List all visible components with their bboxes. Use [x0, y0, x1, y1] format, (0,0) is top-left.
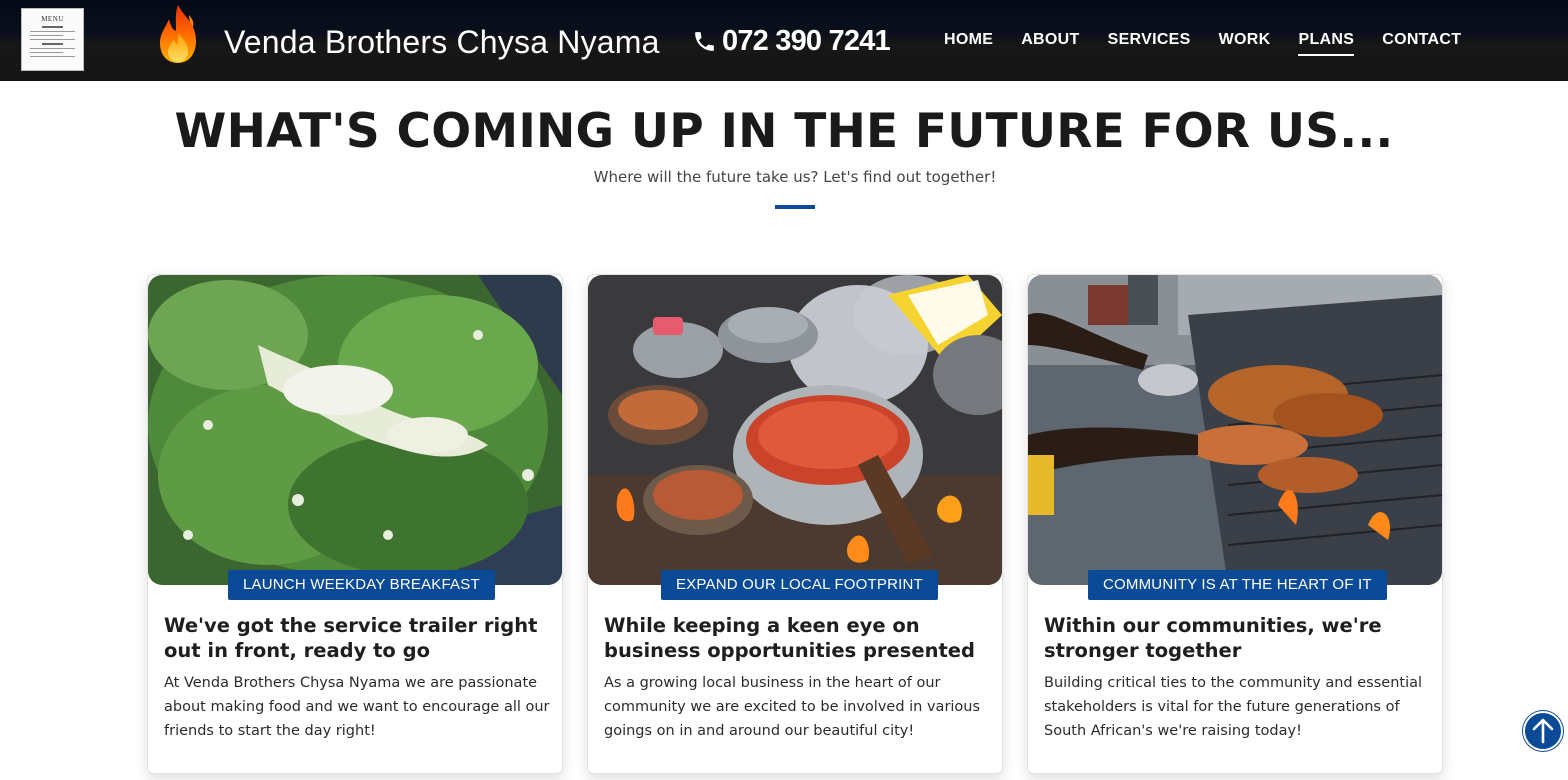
menu-thumb-line [30, 52, 63, 53]
card-badge: LAUNCH WEEKDAY BREAKFAST [228, 570, 495, 600]
phone-link[interactable]: 072 390 7241 [692, 21, 891, 61]
plan-card-breakfast: LAUNCH WEEKDAY BREAKFAST We've got the s… [147, 274, 563, 774]
chopped-spinach-image [148, 275, 562, 585]
card-text: As a growing local business in the heart… [604, 675, 981, 739]
menu-thumb-line [30, 39, 75, 40]
card-text: Building critical ties to the community … [1044, 675, 1423, 739]
pots-on-fire-image [588, 275, 1002, 585]
menu-thumb-line [30, 35, 63, 36]
arrow-up-icon [1532, 718, 1554, 744]
nav-home[interactable]: HOME [944, 26, 993, 56]
back-to-top-button[interactable] [1523, 711, 1563, 751]
title-divider [775, 205, 815, 209]
card-image-braai [1028, 275, 1442, 585]
card-image-spinach [148, 275, 562, 585]
nav-about[interactable]: ABOUT [1021, 26, 1079, 56]
card-title: While keeping a keen eye on business opp… [604, 614, 975, 662]
phone-icon [695, 31, 714, 51]
phone-number: 072 390 7241 [722, 24, 891, 57]
menu-thumb-line [30, 56, 75, 57]
card-badge: EXPAND OUR LOCAL FOOTPRINT [661, 570, 938, 600]
braai-grill-image [1028, 275, 1442, 585]
site-header: MENU Venda Brothers Chysa Nyama 072 390 … [0, 0, 1568, 81]
card-text: At Venda Brothers Chysa Nyama we are pas… [164, 675, 550, 739]
card-title: We've got the service trailer right out … [164, 614, 538, 662]
menu-thumb-line [42, 43, 63, 45]
nav-plans[interactable]: PLANS [1298, 26, 1354, 56]
menu-thumb-line [42, 26, 63, 28]
section-subtitle: Where will the future take us? Let's fin… [593, 168, 997, 186]
brand-name[interactable]: Venda Brothers Chysa Nyama [224, 20, 660, 64]
plan-card-expand: EXPAND OUR LOCAL FOOTPRINT While keeping… [587, 274, 1003, 774]
main-nav: HOME ABOUT SERVICES WORK PLANS CONTACT [930, 26, 1475, 56]
section-title: WHAT'S COMING UP IN THE FUTURE FOR US... [174, 104, 1394, 159]
nav-work[interactable]: WORK [1219, 26, 1271, 56]
menu-thumb-line [30, 31, 75, 32]
card-badge: COMMUNITY IS AT THE HEART OF IT [1088, 570, 1387, 600]
nav-services[interactable]: SERVICES [1108, 26, 1191, 56]
menu-thumbnail-image[interactable]: MENU [21, 8, 84, 71]
plan-card-community: COMMUNITY IS AT THE HEART OF IT Within o… [1027, 274, 1443, 774]
card-title: Within our communities, we're stronger t… [1044, 614, 1382, 662]
menu-thumb-line [30, 48, 75, 49]
nav-contact[interactable]: CONTACT [1382, 26, 1461, 56]
flame-icon[interactable] [156, 3, 202, 65]
card-image-pots [588, 275, 1002, 585]
menu-thumbnail-title: MENU [41, 15, 64, 23]
